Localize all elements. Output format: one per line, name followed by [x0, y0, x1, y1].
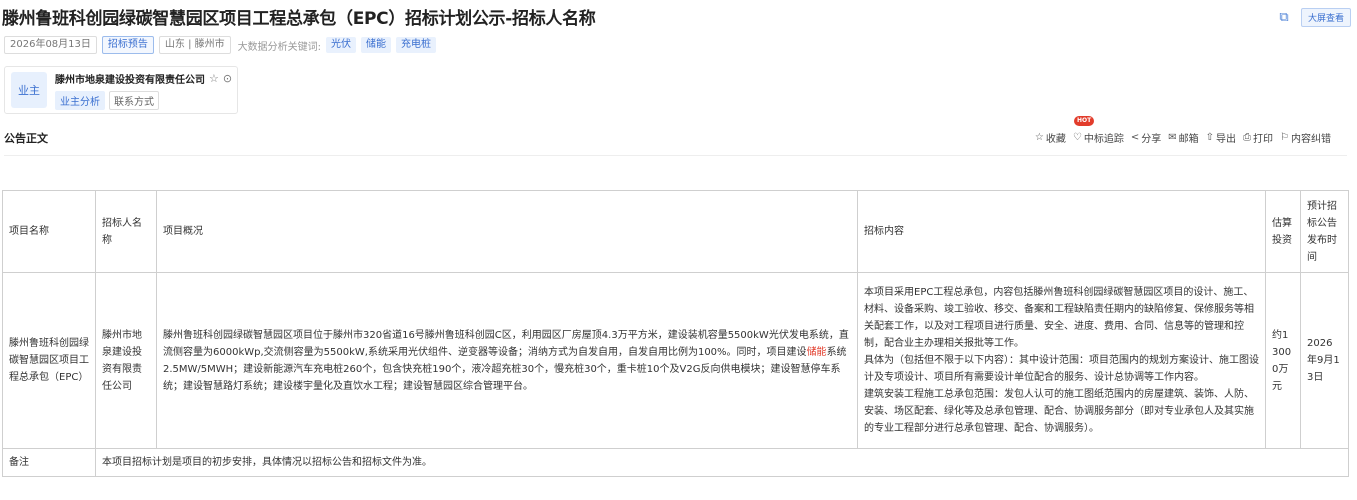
table-header-cell: 项目名称 [2, 190, 96, 273]
export-icon: ⇧ [1205, 132, 1215, 143]
mail-icon: ✉ [1168, 132, 1177, 143]
keywords-label: 大数据分析关键词: [237, 41, 322, 53]
share-icon: < [1130, 132, 1140, 143]
note-text-cell: 本项目招标计划是项目的初步安排，具体情况以招标公告和招标文件为准。 [95, 448, 1349, 477]
location-icon[interactable]: ⊙ [223, 72, 232, 85]
owner-badge: 业主 [11, 72, 47, 108]
report-error-button[interactable]: ⚐ 内容纠错 [1280, 130, 1331, 145]
keyword-tag[interactable]: 储能 [361, 37, 392, 53]
star-icon[interactable]: ☆ [209, 72, 219, 85]
table-header-row: 项目名称 招标人名称 项目概况 招标内容 估算投资 预计招标公告发布时间 [2, 190, 1349, 273]
owner-analysis-button[interactable]: 业主分析 [55, 90, 105, 110]
keyword-tag[interactable]: 光伏 [326, 37, 357, 53]
project-name-cell: 滕州鲁班科创园绿碳智慧园区项目工程总承包（EPC） [2, 272, 96, 449]
divider [4, 155, 1347, 156]
flag-icon: ⚐ [1280, 132, 1289, 143]
section-title: 公告正文 [4, 132, 48, 145]
notice-type-badge[interactable]: 招标预告 [101, 36, 154, 54]
favorite-label: 收藏 [1045, 134, 1066, 145]
copy-icon[interactable]: ⧉ [1277, 10, 1291, 25]
investment-cell: 约13000万元 [1265, 272, 1301, 449]
favorite-button[interactable]: ☆ 收藏 [1035, 130, 1066, 145]
email-label: 邮箱 [1178, 134, 1199, 145]
owner-card: 业主 滕州市地泉建设投资有限责任公司 ☆ ⊙ 业主分析 联系方式 [4, 66, 238, 114]
table-header-cell: 项目概况 [156, 190, 858, 273]
printer-icon: ⎙ [1243, 132, 1252, 143]
note-row: 备注 本项目招标计划是项目的初步安排，具体情况以招标公告和招标文件为准。 [2, 448, 1349, 477]
print-label: 打印 [1253, 134, 1274, 145]
email-button[interactable]: ✉ 邮箱 [1168, 130, 1198, 145]
table-header-cell: 预计招标公告发布时间 [1300, 190, 1349, 273]
share-button[interactable]: < 分享 [1131, 130, 1161, 145]
tender-content-cell: 本项目采用EPC工程总承包，内容包括滕州鲁班科创园绿碳智慧园区项目的设计、施工、… [857, 272, 1266, 449]
content-paragraph: 具体为（包括但不限于以下内容）：其中设计范围：项目范围内的规划方案设计、施工图设… [864, 355, 1259, 383]
region-badge[interactable]: 山东 | 滕州市 [158, 36, 231, 54]
print-button[interactable]: ⎙ 打印 [1243, 130, 1273, 145]
table-header-cell: 估算投资 [1265, 190, 1301, 273]
star-icon: ☆ [1034, 132, 1044, 143]
publish-date: 2026年08月13日 [4, 36, 97, 54]
export-button[interactable]: ⇧ 导出 [1206, 130, 1236, 145]
track-label: 中标追踪 [1083, 134, 1124, 145]
share-label: 分享 [1141, 134, 1162, 145]
track-button[interactable]: ♡ 中标追踪 [1073, 130, 1124, 145]
note-label-cell: 备注 [2, 448, 96, 477]
report-error-label: 内容纠错 [1291, 134, 1331, 145]
meta-row: 2026年08月13日 招标预告 山东 | 滕州市 大数据分析关键词: 光伏 储… [4, 36, 437, 54]
keyword-tag[interactable]: 充电桩 [396, 37, 437, 53]
publish-time-cell: 2026年9月13日 [1300, 272, 1349, 449]
content-paragraph: 建筑安装工程施工总承包范围：发包人认可的施工图纸范围内的房屋建筑、装饰、人防、安… [864, 389, 1254, 434]
top-actions: ⧉ 大屏查看 [1277, 8, 1351, 27]
table-header-cell: 招标人名称 [95, 190, 157, 273]
tenderer-cell: 滕州市地泉建设投资有限责任公司 [95, 272, 157, 449]
content-paragraph: 本项目采用EPC工程总承包，内容包括滕州鲁班科创园绿碳智慧园区项目的设计、施工、… [864, 287, 1254, 349]
contact-button[interactable]: 联系方式 [109, 90, 159, 110]
table-header-cell: 招标内容 [857, 190, 1266, 273]
page-title: 滕州鲁班科创园绿碳智慧园区项目工程总承包（EPC）招标计划公示-招标人名称 [2, 9, 596, 29]
big-screen-button[interactable]: 大屏查看 [1300, 8, 1351, 27]
hot-badge: HOT [1074, 116, 1095, 126]
notice-table: 项目名称 招标人名称 项目概况 招标内容 估算投资 预计招标公告发布时间 滕州鲁… [2, 190, 1349, 477]
owner-name[interactable]: 滕州市地泉建设投资有限责任公司 [55, 71, 205, 86]
toolbar: ☆ 收藏 ♡ 中标追踪 < 分享 ✉ 邮箱 ⇧ 导出 ⎙ 打印 ⚐ 内容纠错 [1035, 130, 1331, 145]
table-row: 滕州鲁班科创园绿碳智慧园区项目工程总承包（EPC） 滕州市地泉建设投资有限责任公… [2, 272, 1349, 449]
keyword-highlight: 储能 [806, 346, 827, 358]
project-overview-cell: 滕州鲁班科创园绿碳智慧园区项目位于滕州市320省道16号滕州鲁班科创园C区，利用… [156, 272, 858, 449]
export-label: 导出 [1216, 134, 1237, 145]
owner-info: 滕州市地泉建设投资有限责任公司 ☆ ⊙ 业主分析 联系方式 [55, 71, 232, 110]
overview-text: 滕州鲁班科创园绿碳智慧园区项目位于滕州市320省道16号滕州鲁班科创园C区，利用… [163, 329, 849, 358]
heart-icon: ♡ [1072, 132, 1082, 143]
